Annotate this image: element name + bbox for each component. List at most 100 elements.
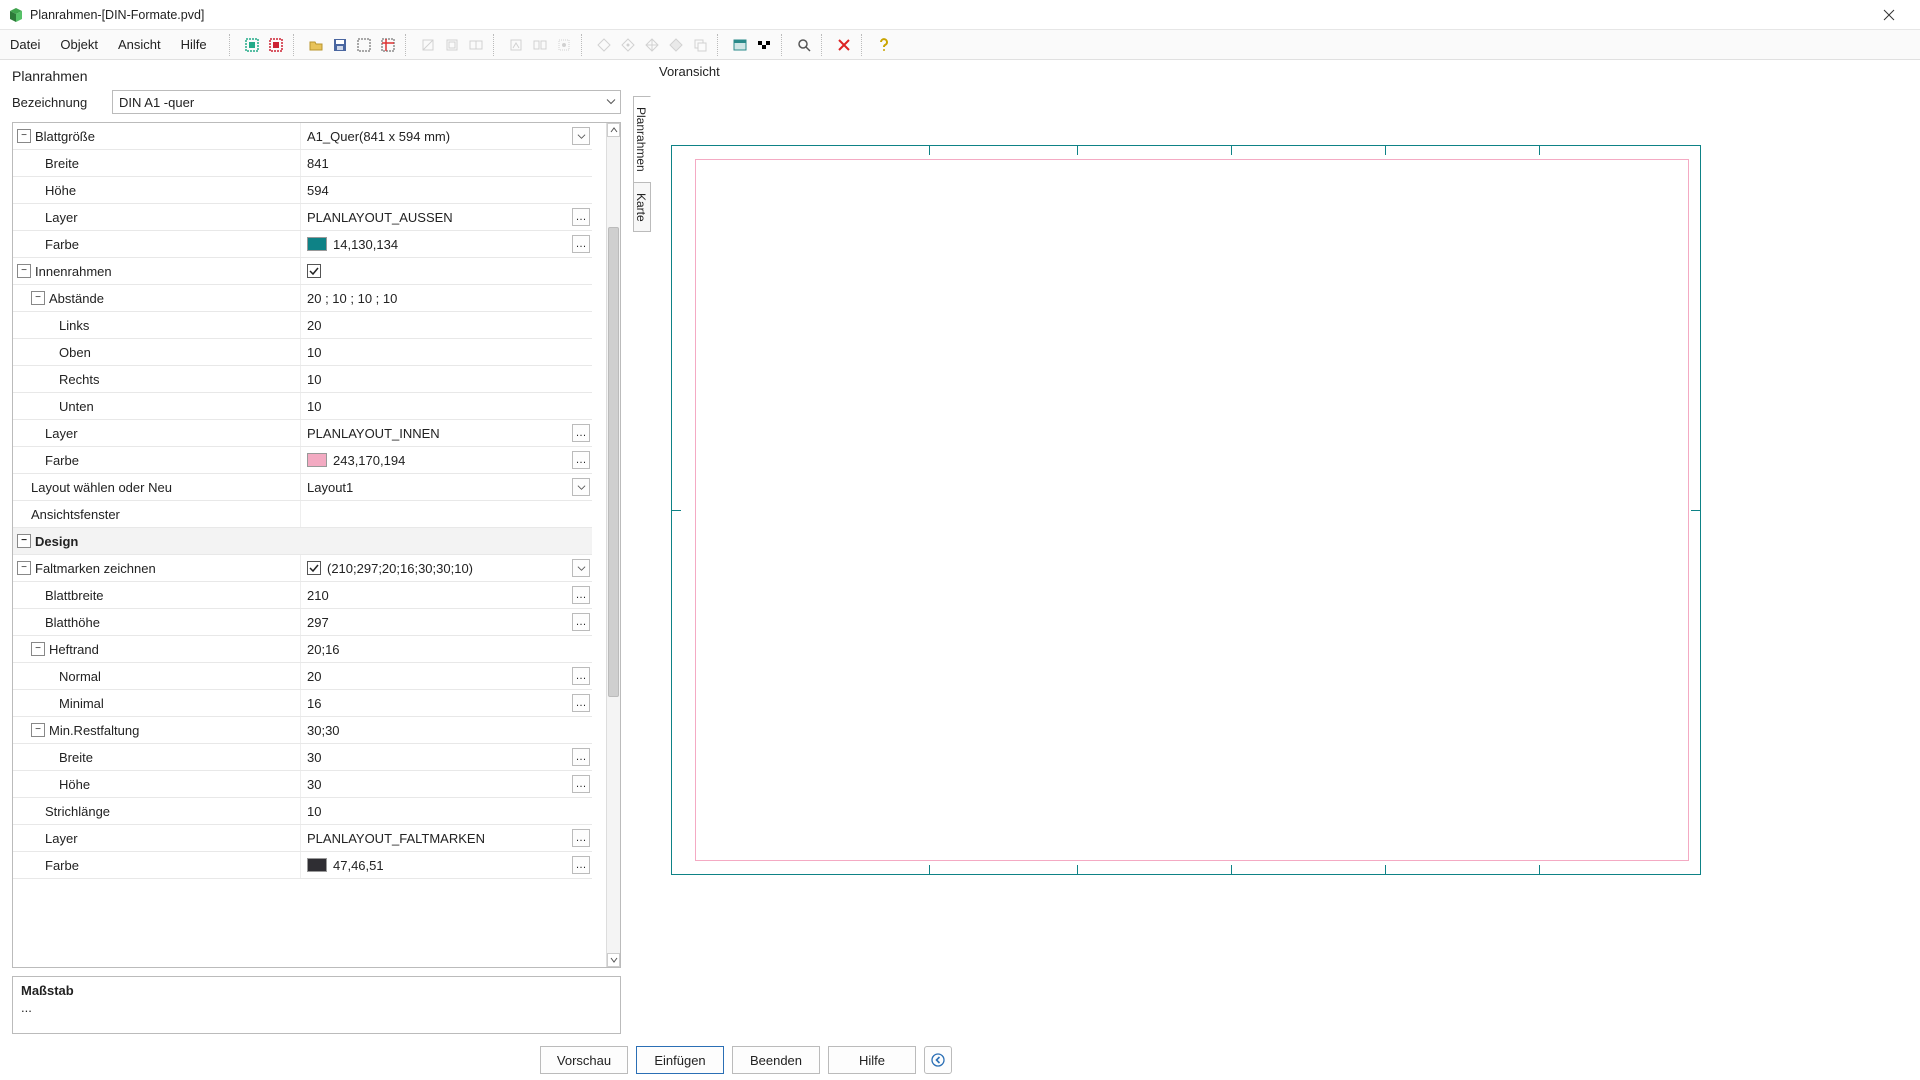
ellipsis-button[interactable]: … bbox=[572, 451, 590, 469]
row-minimal[interactable]: Minimal16… bbox=[13, 690, 592, 717]
expand-toggle[interactable]: − bbox=[17, 129, 31, 143]
row-abstaende[interactable]: −Abstände 20 ; 10 ; 10 ; 10 bbox=[13, 285, 592, 312]
vertical-tabs: Planrahmen Karte bbox=[633, 96, 651, 1040]
expand-toggle[interactable]: − bbox=[17, 561, 31, 575]
dropdown-button[interactable] bbox=[572, 559, 590, 577]
tool-window-icon[interactable] bbox=[729, 34, 751, 56]
bezeichnung-combo[interactable]: DIN A1 -quer bbox=[112, 90, 621, 114]
menu-hilfe[interactable]: Hilfe bbox=[171, 30, 217, 60]
einfuegen-button[interactable]: Einfügen bbox=[636, 1046, 724, 1074]
checkbox[interactable] bbox=[307, 561, 321, 575]
vorschau-button[interactable]: Vorschau bbox=[540, 1046, 628, 1074]
expand-toggle[interactable]: − bbox=[31, 642, 45, 656]
row-ansichtsfenster[interactable]: Ansichtsfenster bbox=[13, 501, 592, 528]
ellipsis-button[interactable]: … bbox=[572, 667, 590, 685]
tool-save-icon[interactable] bbox=[329, 34, 351, 56]
tool-dup-icon[interactable] bbox=[265, 34, 287, 56]
foldmark bbox=[1231, 865, 1232, 875]
vtab-planrahmen[interactable]: Planrahmen bbox=[633, 96, 651, 183]
row-heftrand[interactable]: −Heftrand20;16 bbox=[13, 636, 592, 663]
collapse-button[interactable] bbox=[924, 1046, 952, 1074]
tool-crop-icon[interactable] bbox=[377, 34, 399, 56]
row-layer-aussen[interactable]: Layer PLANLAYOUT_AUSSEN… bbox=[13, 204, 592, 231]
expand-toggle[interactable]: − bbox=[31, 291, 45, 305]
row-oben[interactable]: Oben10 bbox=[13, 339, 592, 366]
checkbox[interactable] bbox=[307, 264, 321, 278]
row-rechts[interactable]: Rechts10 bbox=[13, 366, 592, 393]
row-innenrahmen[interactable]: −Innenrahmen bbox=[13, 258, 592, 285]
row-mr-breite[interactable]: Breite30… bbox=[13, 744, 592, 771]
title-bar: Planrahmen-[DIN-Formate.pvd] bbox=[0, 0, 1920, 30]
bezeichnung-value: DIN A1 -quer bbox=[119, 95, 194, 110]
window-close-button[interactable] bbox=[1866, 0, 1912, 30]
row-minrest[interactable]: −Min.Restfaltung30;30 bbox=[13, 717, 592, 744]
row-layer-falt[interactable]: LayerPLANLAYOUT_FALTMARKEN… bbox=[13, 825, 592, 852]
ellipsis-button[interactable]: … bbox=[572, 424, 590, 442]
menu-ansicht[interactable]: Ansicht bbox=[108, 30, 171, 60]
toolbar bbox=[217, 34, 895, 56]
row-faltmarken[interactable]: −Faltmarken zeichnen(210;297;20;16;30;30… bbox=[13, 555, 592, 582]
toolbar-separator bbox=[581, 34, 587, 56]
tool-help-icon[interactable] bbox=[873, 34, 895, 56]
hilfe-button[interactable]: Hilfe bbox=[828, 1046, 916, 1074]
scroll-track[interactable] bbox=[607, 137, 620, 953]
toolbar-separator bbox=[781, 34, 787, 56]
ellipsis-button[interactable]: … bbox=[572, 235, 590, 253]
row-breite[interactable]: Breite 841 bbox=[13, 150, 592, 177]
expand-toggle[interactable]: − bbox=[31, 723, 45, 737]
menu-datei[interactable]: Datei bbox=[0, 30, 50, 60]
row-layer-innen[interactable]: LayerPLANLAYOUT_INNEN… bbox=[13, 420, 592, 447]
tool-delete-icon[interactable] bbox=[833, 34, 855, 56]
scroll-thumb[interactable] bbox=[608, 227, 619, 697]
row-normal[interactable]: Normal20… bbox=[13, 663, 592, 690]
ellipsis-button[interactable]: … bbox=[572, 613, 590, 631]
foldmark bbox=[1539, 145, 1540, 155]
expand-toggle[interactable]: − bbox=[17, 534, 31, 548]
row-farbe-aussen[interactable]: Farbe 14,130,134… bbox=[13, 231, 592, 258]
dropdown-button[interactable] bbox=[572, 127, 590, 145]
row-blattgroesse[interactable]: −Blattgröße A1_Quer(841 x 594 mm) bbox=[13, 123, 592, 150]
window-title: Planrahmen-[DIN-Formate.pvd] bbox=[30, 8, 1866, 22]
ellipsis-button[interactable]: … bbox=[572, 775, 590, 793]
scroll-down-icon[interactable] bbox=[607, 953, 620, 967]
tool-new-icon[interactable] bbox=[241, 34, 263, 56]
row-design[interactable]: −Design bbox=[13, 528, 592, 555]
row-farbe-falt[interactable]: Farbe47,46,51… bbox=[13, 852, 592, 879]
foldmark bbox=[929, 865, 930, 875]
ellipsis-button[interactable]: … bbox=[572, 586, 590, 604]
tool-select-all-icon[interactable] bbox=[353, 34, 375, 56]
ellipsis-button[interactable]: … bbox=[572, 856, 590, 874]
row-layout-waehlen[interactable]: Layout wählen oder NeuLayout1 bbox=[13, 474, 592, 501]
row-mr-hoehe[interactable]: Höhe30… bbox=[13, 771, 592, 798]
ellipsis-button[interactable]: … bbox=[572, 208, 590, 226]
beenden-button[interactable]: Beenden bbox=[732, 1046, 820, 1074]
tool-open-icon[interactable] bbox=[305, 34, 327, 56]
dropdown-button[interactable] bbox=[572, 478, 590, 496]
row-blatthoehe[interactable]: Blatthöhe297… bbox=[13, 609, 592, 636]
property-grid-rows: −Blattgröße A1_Quer(841 x 594 mm) Breite… bbox=[13, 123, 592, 967]
description-box: Maßstab ... bbox=[12, 976, 621, 1034]
grid-scrollbar[interactable] bbox=[606, 123, 620, 967]
foldmark bbox=[1385, 865, 1386, 875]
vtab-karte[interactable]: Karte bbox=[633, 182, 651, 233]
ellipsis-button[interactable]: … bbox=[572, 694, 590, 712]
row-hoehe[interactable]: Höhe 594 bbox=[13, 177, 592, 204]
ellipsis-button[interactable]: … bbox=[572, 829, 590, 847]
tool-c-icon bbox=[465, 34, 487, 56]
row-links[interactable]: Links20 bbox=[13, 312, 592, 339]
tool-copy-icon bbox=[689, 34, 711, 56]
tool-checker-icon[interactable] bbox=[753, 34, 775, 56]
tool-zoom-icon[interactable] bbox=[793, 34, 815, 56]
row-unten[interactable]: Unten10 bbox=[13, 393, 592, 420]
row-strichlaenge[interactable]: Strichlänge10 bbox=[13, 798, 592, 825]
scroll-up-icon[interactable] bbox=[607, 123, 620, 137]
tool-e-icon bbox=[529, 34, 551, 56]
row-blattbreite[interactable]: Blattbreite210… bbox=[13, 582, 592, 609]
menu-objekt[interactable]: Objekt bbox=[50, 30, 108, 60]
ellipsis-button[interactable]: … bbox=[572, 748, 590, 766]
footer: Vorschau Einfügen Beenden Hilfe bbox=[0, 1040, 1920, 1080]
row-farbe-innen[interactable]: Farbe243,170,194… bbox=[13, 447, 592, 474]
description-title: Maßstab bbox=[21, 983, 612, 998]
expand-toggle[interactable]: − bbox=[17, 264, 31, 278]
chevron-down-icon bbox=[606, 95, 616, 110]
